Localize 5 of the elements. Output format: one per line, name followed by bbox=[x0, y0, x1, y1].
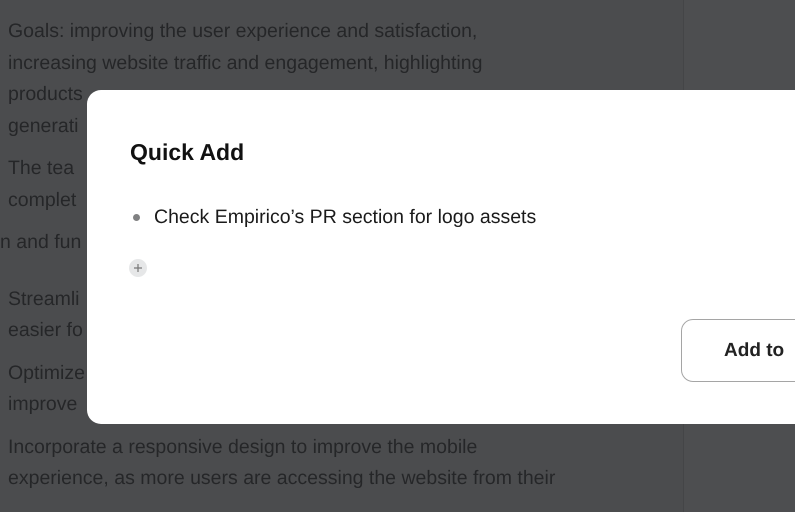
add-to-button[interactable]: Add to bbox=[681, 319, 795, 382]
bullet-icon bbox=[133, 214, 140, 221]
add-item-icon[interactable] bbox=[129, 259, 147, 277]
task-item[interactable]: Check Empirico’s PR section for logo assets bbox=[154, 206, 536, 229]
dialog-title: Quick Add bbox=[130, 139, 244, 166]
